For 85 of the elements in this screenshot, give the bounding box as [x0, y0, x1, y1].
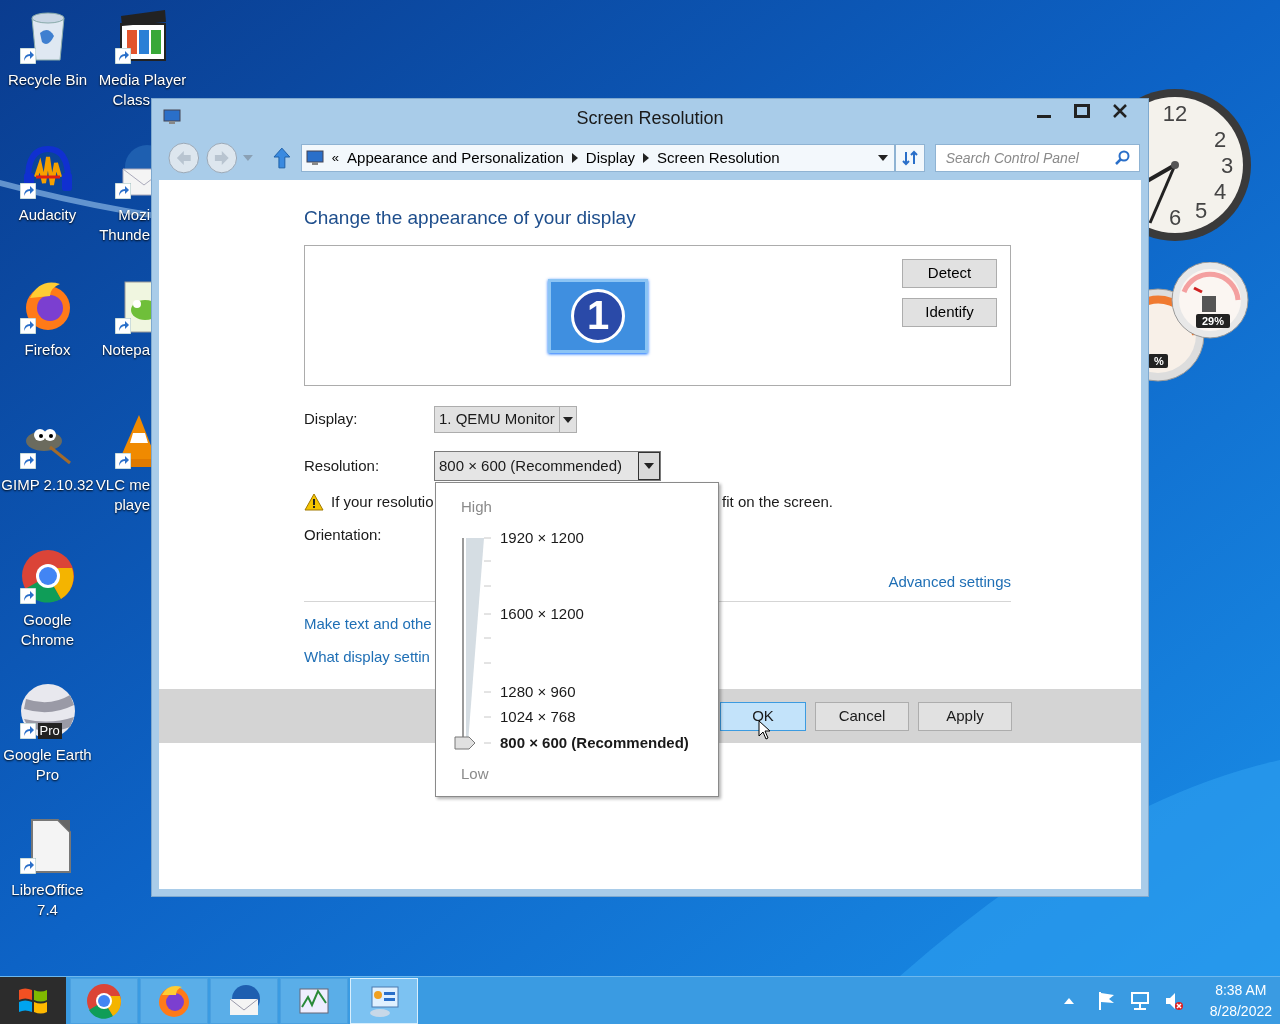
address-bar[interactable]: « Appearance and Personalization Display Screen Resolution	[300, 144, 896, 172]
icon-label: Media Player	[98, 70, 187, 90]
identify-button[interactable]: Identify	[902, 298, 997, 327]
dropdown[interactable]: 800 × 600 (Recommended)	[434, 451, 661, 481]
taskbar-button[interactable]	[210, 977, 278, 1024]
monitor-icon[interactable]: 1	[548, 279, 648, 353]
resolution-option[interactable]: 1280 × 960	[500, 682, 689, 702]
warning-text: fit on the screen.	[722, 491, 833, 512]
breadcrumb[interactable]: Display	[585, 146, 636, 170]
clock-numeral: 12	[1162, 101, 1188, 126]
icon-label: Google Earth	[3, 745, 92, 765]
field-label: Resolution:	[304, 455, 381, 476]
overflow-mark[interactable]: «	[331, 148, 340, 168]
detect-button[interactable]: Detect	[902, 259, 997, 288]
chrome-icon	[86, 982, 122, 1019]
icon-label: Google	[23, 610, 72, 630]
icon-label: GIMP 2.10.32	[1, 475, 94, 495]
icon-label: Pro	[35, 765, 60, 785]
slider-thumb[interactable]	[454, 736, 476, 750]
chrome-icon	[19, 548, 76, 604]
flag-icon[interactable]	[1097, 990, 1116, 1011]
icon-label: Recycle Bin	[7, 70, 88, 90]
field-label: Display:	[304, 409, 359, 430]
mouse-pointer-icon	[758, 720, 771, 740]
icon-label: Mozi	[117, 205, 150, 225]
icon-label: Audacity	[18, 205, 77, 225]
maximize-icon[interactable]	[1074, 103, 1090, 119]
window-title: Screen Resolution	[576, 106, 724, 130]
low-label: Low	[461, 765, 490, 783]
warning-icon	[304, 493, 324, 511]
chevron-icon[interactable]	[643, 153, 650, 163]
icon-label: Notepa	[100, 340, 150, 360]
caret-up-icon[interactable]	[1063, 997, 1074, 1004]
dialog-button[interactable]: OK	[720, 701, 806, 731]
clock-numeral: 3	[1220, 153, 1234, 178]
up-arrow-icon[interactable]	[273, 147, 291, 169]
resolution-option[interactable]: 1024 × 768	[500, 707, 689, 727]
dialog-button[interactable]: Apply	[918, 701, 1012, 731]
monitor-icon	[163, 109, 181, 125]
icon-label: 7.4	[37, 900, 58, 920]
warning-text: If your resolutio	[331, 491, 434, 512]
icon-label: LibreOffice	[11, 880, 84, 900]
dropdown-value: 800 × 600 (Recommended)	[438, 455, 624, 476]
taskbar-button[interactable]	[280, 977, 348, 1024]
caret-icon	[558, 407, 576, 432]
dropdown[interactable]: 1. QEMU Monitor	[434, 406, 577, 433]
high-label: High	[461, 498, 493, 516]
dropdown-value: 1. QEMU Monitor	[438, 409, 556, 430]
refresh-icon[interactable]	[900, 150, 919, 166]
clock-numeral: 2	[1213, 127, 1227, 152]
search-icon[interactable]	[1114, 150, 1130, 166]
search-field[interactable]: Search Control Panel	[934, 144, 1140, 172]
help-link[interactable]: Make text and othe	[304, 613, 432, 633]
monitor-number: 1	[571, 289, 625, 343]
icon-label: Class	[111, 90, 150, 110]
meter-reading: 29%	[1202, 315, 1224, 327]
resolution-option[interactable]: 800 × 600 (Recommended)	[500, 733, 689, 753]
caret-icon[interactable]	[878, 155, 889, 161]
clock-numeral: 6	[1168, 205, 1182, 230]
icon-label: VLC me	[95, 475, 150, 495]
meter-reading: %	[1154, 355, 1164, 367]
monitor-icon	[305, 149, 324, 167]
clock-numeral: 5	[1194, 198, 1208, 224]
resolution-option[interactable]: 1600 × 1200	[500, 604, 689, 624]
help-link[interactable]: What display settin	[304, 646, 430, 666]
caret-icon	[638, 452, 660, 480]
network-icon[interactable]	[1129, 990, 1150, 1011]
chevron-icon[interactable]	[571, 153, 578, 163]
icon-badge: Pro	[37, 723, 62, 739]
field-label: Orientation:	[304, 525, 382, 544]
breadcrumb[interactable]: Appearance and Personalization	[347, 146, 564, 170]
start-button[interactable]	[0, 976, 66, 1024]
icon-label: Thunde	[98, 225, 150, 245]
resolution-option[interactable]: 1920 × 1200	[500, 528, 689, 548]
close-icon[interactable]	[1112, 103, 1128, 119]
page-heading: Change the appearance of your display	[304, 206, 637, 230]
advanced-settings-link[interactable]: Advanced settings	[888, 571, 1011, 591]
dialog-button[interactable]: Cancel	[815, 701, 909, 731]
icon-label: playe	[113, 495, 150, 515]
icon-label: Firefox	[24, 340, 71, 360]
refresh-button[interactable]	[895, 144, 925, 172]
icon-label: Chrome	[20, 630, 75, 650]
clock-numeral: 4	[1213, 179, 1227, 204]
breadcrumb[interactable]: Screen Resolution	[657, 146, 780, 170]
taskbar-button[interactable]	[140, 977, 208, 1024]
